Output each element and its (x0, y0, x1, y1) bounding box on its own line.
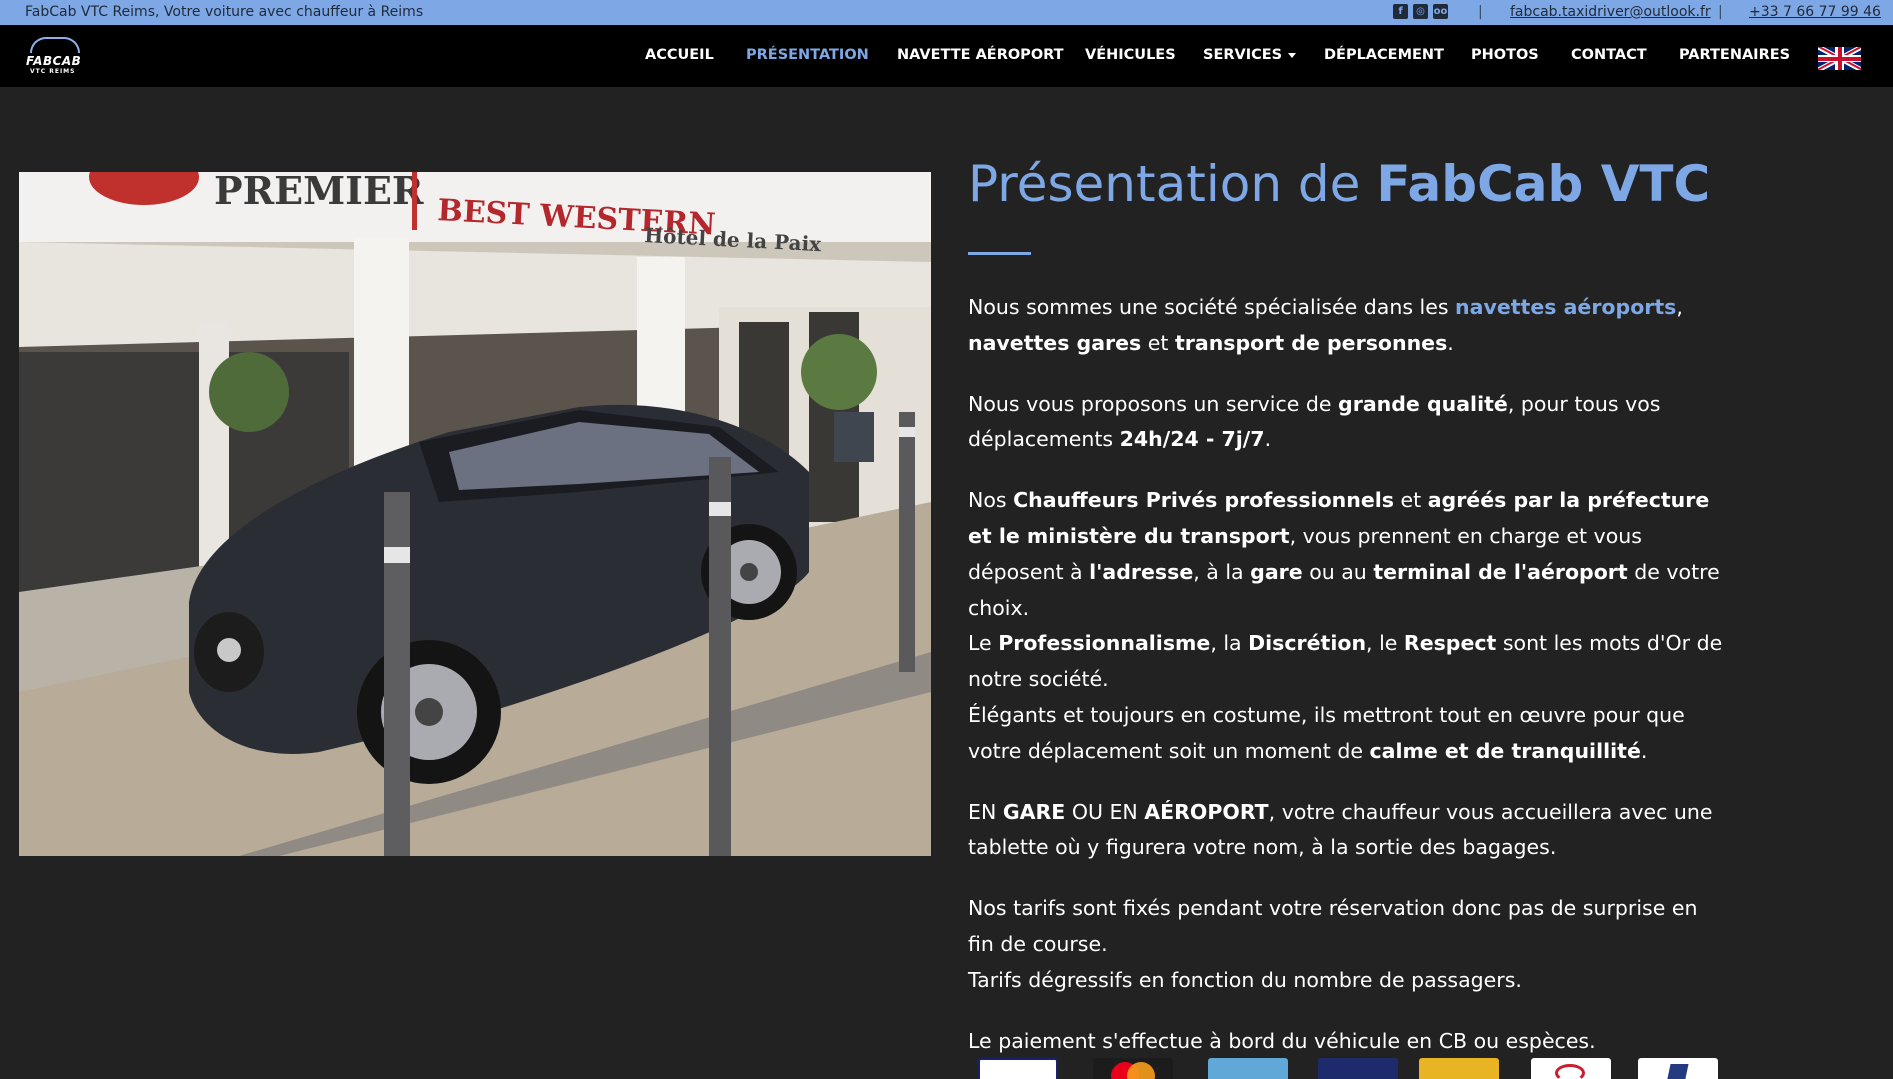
text: EN (968, 799, 1003, 824)
separator: | (1718, 4, 1723, 20)
bold-text: navettes gares (968, 330, 1142, 355)
text: , la (1210, 631, 1249, 656)
paragraph-paiement: Le paiement s'effectue à bord du véhicul… (968, 1028, 1596, 1053)
cb-icon (1318, 1058, 1398, 1079)
bold-text: AÉROPORT (1144, 799, 1269, 824)
nav-item-partenaires[interactable]: PARTENAIRES (1679, 47, 1790, 63)
text: et (1141, 330, 1175, 355)
text: OU EN (1065, 799, 1145, 824)
hero-photo-car-hotel: PREMIER BEST WESTERN Hôtel de la Paix (19, 172, 931, 856)
instagram-icon[interactable]: ◎ (1413, 4, 1428, 19)
email-link[interactable]: fabcab.taxidriver@outlook.fr (1510, 4, 1711, 20)
ancv-icon (1531, 1058, 1611, 1079)
nav-item-photos[interactable]: PHOTOS (1471, 47, 1539, 63)
logo-name: FABCAB (26, 54, 82, 68)
paragraph-accueil: EN GARE OU EN AÉROPORT, votre chauffeur … (968, 795, 1728, 867)
logo-subtitle: VTC REIMS (30, 68, 76, 75)
nav-item-deplacement[interactable]: DÉPLACEMENT (1324, 47, 1444, 63)
facebook-icon[interactable]: f (1393, 4, 1408, 19)
paragraph-tarifs: Nos tarifs sont fixés pendant votre rése… (968, 891, 1728, 998)
bold-text: Discrétion (1248, 631, 1367, 656)
bold-text: Chauffeurs Privés professionnels (1013, 488, 1394, 513)
bold-text: grande qualité (1338, 391, 1508, 416)
text: . (1640, 738, 1648, 763)
mastercard-icon (1093, 1058, 1173, 1079)
visa-icon (978, 1058, 1058, 1079)
title-brand: FabCab VTC (1376, 155, 1711, 213)
text: , (1676, 295, 1683, 319)
text: , le (1366, 631, 1404, 656)
paragraph-service: Nous vous proposons un service de grande… (968, 387, 1728, 459)
nav-item-presentation[interactable]: PRÉSENTATION (746, 47, 869, 63)
separator: | (1478, 4, 1483, 20)
nav-item-accueil[interactable]: ACCUEIL (645, 47, 714, 63)
text: Le (968, 631, 999, 656)
nav-item-contact[interactable]: CONTACT (1571, 47, 1647, 63)
text: ou au (1302, 559, 1374, 584)
text: Nous vous proposons un service de (968, 391, 1339, 416)
nav-item-services-label: SERVICES (1203, 47, 1283, 63)
title-underline (968, 252, 1031, 255)
bold-text: Respect (1403, 631, 1497, 656)
presentation-text: Nous sommes une société spécialisée dans… (968, 290, 1728, 1079)
bold-text: terminal de l'aéroport (1373, 559, 1628, 584)
tripadvisor-icon[interactable]: oo (1433, 4, 1448, 19)
bold-text: transport de personnes (1174, 330, 1448, 355)
text: . (1447, 330, 1454, 355)
nav-item-vehicules[interactable]: VÉHICULES (1085, 47, 1176, 63)
navettes-aeroports-link[interactable]: navettes aéroports (1455, 295, 1676, 319)
sign-premier: PREMIER (214, 172, 424, 213)
site-tagline: FabCab VTC Reims, Votre voiture avec cha… (25, 4, 424, 20)
site-logo[interactable]: FABCAB VTC REIMS (24, 35, 84, 77)
paragraph-chauffeurs: Nos Chauffeurs Privés professionnels et … (968, 483, 1728, 769)
text: et (1394, 488, 1428, 513)
page-title: Présentation de FabCab VTC (968, 155, 1710, 213)
text: Nos (968, 488, 1014, 513)
bold-text: calme et de tranquillité (1369, 738, 1641, 763)
bold-text: GARE (1002, 799, 1066, 824)
nav-item-services[interactable]: SERVICES (1203, 47, 1297, 63)
bold-text: l'adresse (1089, 559, 1194, 584)
bold-text: 24h/24 - 7j/7 (1119, 427, 1265, 452)
text: Tarifs dégressifs en fonction du nombre … (968, 967, 1522, 992)
amex-icon (1208, 1058, 1288, 1079)
chevron-down-icon (1288, 52, 1297, 58)
paragraph-intro: Nous sommes une société spécialisée dans… (968, 290, 1728, 362)
nav-item-navette-aeroport[interactable]: NAVETTE AÉROPORT (897, 47, 1064, 63)
phone-link[interactable]: +33 7 66 77 99 46 (1749, 4, 1881, 20)
cheque-icon (1419, 1058, 1499, 1079)
paypal-icon (1638, 1058, 1718, 1079)
text: Nos tarifs sont fixés pendant votre rése… (968, 896, 1698, 956)
text: . (1264, 427, 1272, 452)
main-navbar: FABCAB VTC REIMS ACCUEIL PRÉSENTATION NA… (0, 25, 1893, 87)
text: Nous sommes une société spécialisée dans… (968, 295, 1456, 319)
title-prefix: Présentation de (968, 155, 1377, 213)
car-logo-icon (30, 37, 80, 53)
top-bar: FabCab VTC Reims, Votre voiture avec cha… (0, 0, 1893, 25)
bold-text: gare (1250, 559, 1303, 584)
social-links: f ◎ oo (1393, 4, 1448, 19)
text: , à la (1193, 559, 1251, 584)
bold-text: Professionnalisme (998, 631, 1211, 656)
uk-flag-icon[interactable] (1818, 47, 1861, 70)
